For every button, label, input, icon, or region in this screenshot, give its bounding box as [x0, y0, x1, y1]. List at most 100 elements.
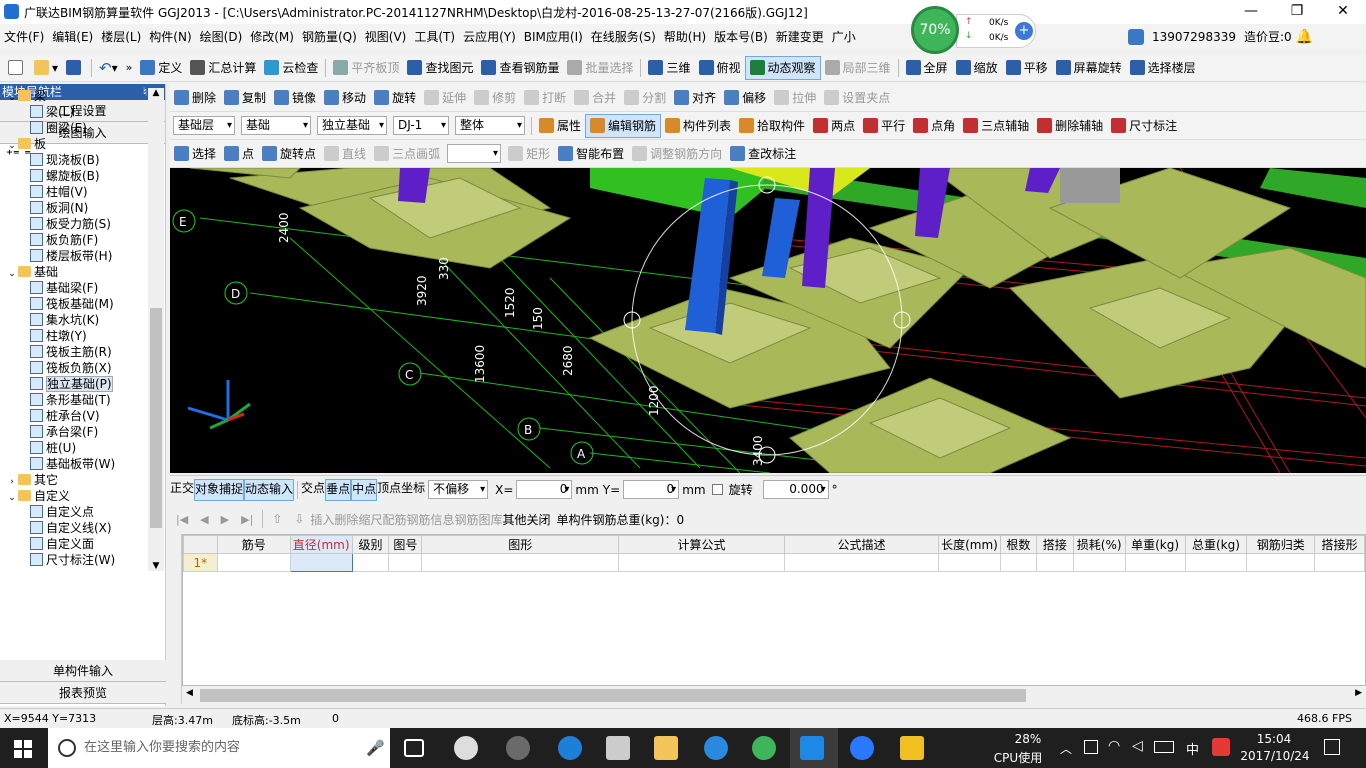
- toolbar3-button-5[interactable]: 平行: [859, 114, 909, 138]
- tree-node-13[interactable]: 筏板基础(M): [0, 296, 148, 312]
- menu-item-10[interactable]: BIM应用(I): [520, 24, 587, 50]
- toolbar4-button-4[interactable]: 三点画弧: [370, 142, 444, 166]
- cell-total-weight[interactable]: [1184, 553, 1248, 572]
- move-up-icon[interactable]: ⇧: [266, 512, 288, 526]
- account-phone[interactable]: 13907298339: [1148, 24, 1240, 50]
- tree-node-7[interactable]: 板洞(N): [0, 200, 148, 216]
- glodon-app-icon[interactable]: [800, 736, 824, 760]
- column-header-8[interactable]: 根数: [1000, 535, 1037, 554]
- new-file-icon[interactable]: [4, 56, 30, 80]
- toolbar2-button-7[interactable]: 打断: [520, 86, 570, 110]
- toolbar4-button-8[interactable]: 查改标注: [726, 142, 800, 166]
- tree-node-9[interactable]: 板负筋(F): [0, 232, 148, 248]
- menu-item-4[interactable]: 绘图(D): [196, 24, 247, 50]
- column-header-3[interactable]: 图号: [388, 535, 423, 554]
- toolbar4-button-3[interactable]: 直线: [320, 142, 370, 166]
- column-header-0[interactable]: 筋号: [216, 535, 291, 554]
- toolbar1-button-15[interactable]: 选择楼层: [1126, 56, 1200, 80]
- notes-icon[interactable]: [900, 736, 924, 760]
- toolbar3-button-2[interactable]: 构件列表: [661, 114, 735, 138]
- tree-node-21[interactable]: 承台梁(F): [0, 424, 148, 440]
- grid-button-0[interactable]: 插入: [310, 511, 334, 528]
- column-header-9[interactable]: 搭接: [1035, 535, 1074, 554]
- tree-node-4[interactable]: 现浇板(B): [0, 152, 148, 168]
- ime-indicator[interactable]: 中: [1186, 739, 1199, 758]
- cell-count[interactable]: [1000, 553, 1037, 572]
- grid-button-6[interactable]: 关闭: [527, 511, 551, 528]
- toolbar4-button-0[interactable]: 选择: [170, 142, 220, 166]
- snap-button-7[interactable]: 坐标: [401, 479, 425, 501]
- app-icon-2[interactable]: [506, 736, 530, 760]
- toolbar3-button-3[interactable]: 拾取构件: [735, 114, 809, 138]
- column-header-7[interactable]: 长度(mm): [938, 535, 1001, 554]
- snap-button-0[interactable]: 正交: [170, 479, 194, 501]
- tree-node-24[interactable]: › 其它: [0, 472, 148, 488]
- menu-item-12[interactable]: 帮助(H): [660, 24, 710, 50]
- cell-lap-form[interactable]: [1314, 553, 1365, 572]
- cell-formula[interactable]: [618, 553, 785, 572]
- close-button[interactable]: ✕: [1320, 0, 1366, 24]
- price-beans[interactable]: 造价豆:0: [1240, 24, 1296, 50]
- toolbar1-button-2[interactable]: 云检查: [260, 56, 322, 80]
- toolbar3-button-7[interactable]: 三点辅轴: [959, 114, 1033, 138]
- toolbar1-button-0[interactable]: 定义: [136, 56, 186, 80]
- toolbar2-button-6[interactable]: 修剪: [470, 86, 520, 110]
- edge-icon[interactable]: [558, 736, 582, 760]
- menu-item-14[interactable]: 新建变更: [772, 24, 828, 50]
- tree-node-26[interactable]: 自定义点: [0, 504, 148, 520]
- notification-icon[interactable]: [1324, 739, 1340, 755]
- menu-item-15[interactable]: 广小: [828, 24, 860, 50]
- column-header-5[interactable]: 计算公式: [618, 535, 785, 554]
- cell-category[interactable]: [1246, 553, 1316, 572]
- toolbar2-button-9[interactable]: 分割: [620, 86, 670, 110]
- toolbar4-button-1[interactable]: 点: [220, 142, 258, 166]
- bell-icon[interactable]: 🔔: [1296, 29, 1313, 45]
- toolbar1-button-11[interactable]: 全屏: [902, 56, 952, 80]
- column-header-11[interactable]: 单重(kg): [1124, 535, 1186, 554]
- toolbar2-button-10[interactable]: 对齐: [670, 86, 720, 110]
- tree-node-2[interactable]: 圈梁(E): [0, 120, 148, 136]
- store-icon[interactable]: [606, 736, 630, 760]
- nav-next-icon[interactable]: ▶: [215, 513, 235, 526]
- toolbar1-button-7[interactable]: 三维: [644, 56, 694, 80]
- menu-item-11[interactable]: 在线服务(S): [587, 24, 660, 50]
- menu-item-7[interactable]: 视图(V): [361, 24, 411, 50]
- toolbar3-button-4[interactable]: 两点: [809, 114, 859, 138]
- toolbar3-button-0[interactable]: 属性: [535, 114, 585, 138]
- y-input[interactable]: 0: [623, 480, 680, 499]
- toolbar2-button-1[interactable]: 复制: [220, 86, 270, 110]
- component-select-3[interactable]: DJ-1: [393, 116, 449, 135]
- toolbar1-button-9[interactable]: 动态观察: [744, 55, 821, 80]
- tree-node-16[interactable]: 筏板主筋(R): [0, 344, 148, 360]
- grid-button-3[interactable]: 钢筋信息: [406, 511, 454, 528]
- windows-start-icon[interactable]: [14, 740, 32, 758]
- glodon-g-icon[interactable]: [850, 736, 874, 760]
- tree-node-8[interactable]: 板受力筋(S): [0, 216, 148, 232]
- cell-loss[interactable]: [1072, 553, 1126, 572]
- tree-scrollbar[interactable]: ▲ ▼: [148, 88, 164, 571]
- volume-icon[interactable]: ◁: [1132, 738, 1143, 754]
- wifi-icon[interactable]: ◠: [1108, 738, 1120, 754]
- plus-icon[interactable]: +: [1015, 22, 1033, 40]
- browser-360-icon[interactable]: [752, 736, 776, 760]
- toolbar2-button-12[interactable]: 拉伸: [770, 86, 820, 110]
- snap-button-4[interactable]: 垂点: [325, 478, 352, 501]
- snap-button-1[interactable]: 对象捕捉: [194, 478, 245, 501]
- grid-button-5[interactable]: 其他: [502, 511, 526, 528]
- cell-fig-no[interactable]: [388, 553, 423, 572]
- sogou-icon[interactable]: [1212, 738, 1230, 756]
- tree-node-0[interactable]: ⌄ 梁: [0, 88, 148, 104]
- tree-node-27[interactable]: 自定义线(X): [0, 520, 148, 536]
- toolbar3-button-9[interactable]: 尺寸标注: [1107, 114, 1181, 138]
- toolbar1-button-5[interactable]: 查看钢筋量: [477, 56, 563, 80]
- toolbar3-button-1[interactable]: 编辑钢筋: [585, 113, 662, 138]
- report-preview-button[interactable]: 报表预览: [0, 682, 166, 704]
- ie-icon[interactable]: [704, 736, 728, 760]
- save-icon[interactable]: [62, 56, 88, 80]
- tree-node-25[interactable]: ⌄ 自定义: [0, 488, 148, 504]
- 3d-viewport[interactable]: E D C B A 2400 3920 330 1520 150 13600 2…: [170, 168, 1366, 473]
- column-header-2[interactable]: 级别: [351, 535, 390, 554]
- cell-lap[interactable]: [1035, 553, 1074, 572]
- cell-length[interactable]: [938, 553, 1001, 572]
- model-canvas[interactable]: E D C B A 2400 3920 330 1520 150 13600 2…: [170, 168, 1366, 473]
